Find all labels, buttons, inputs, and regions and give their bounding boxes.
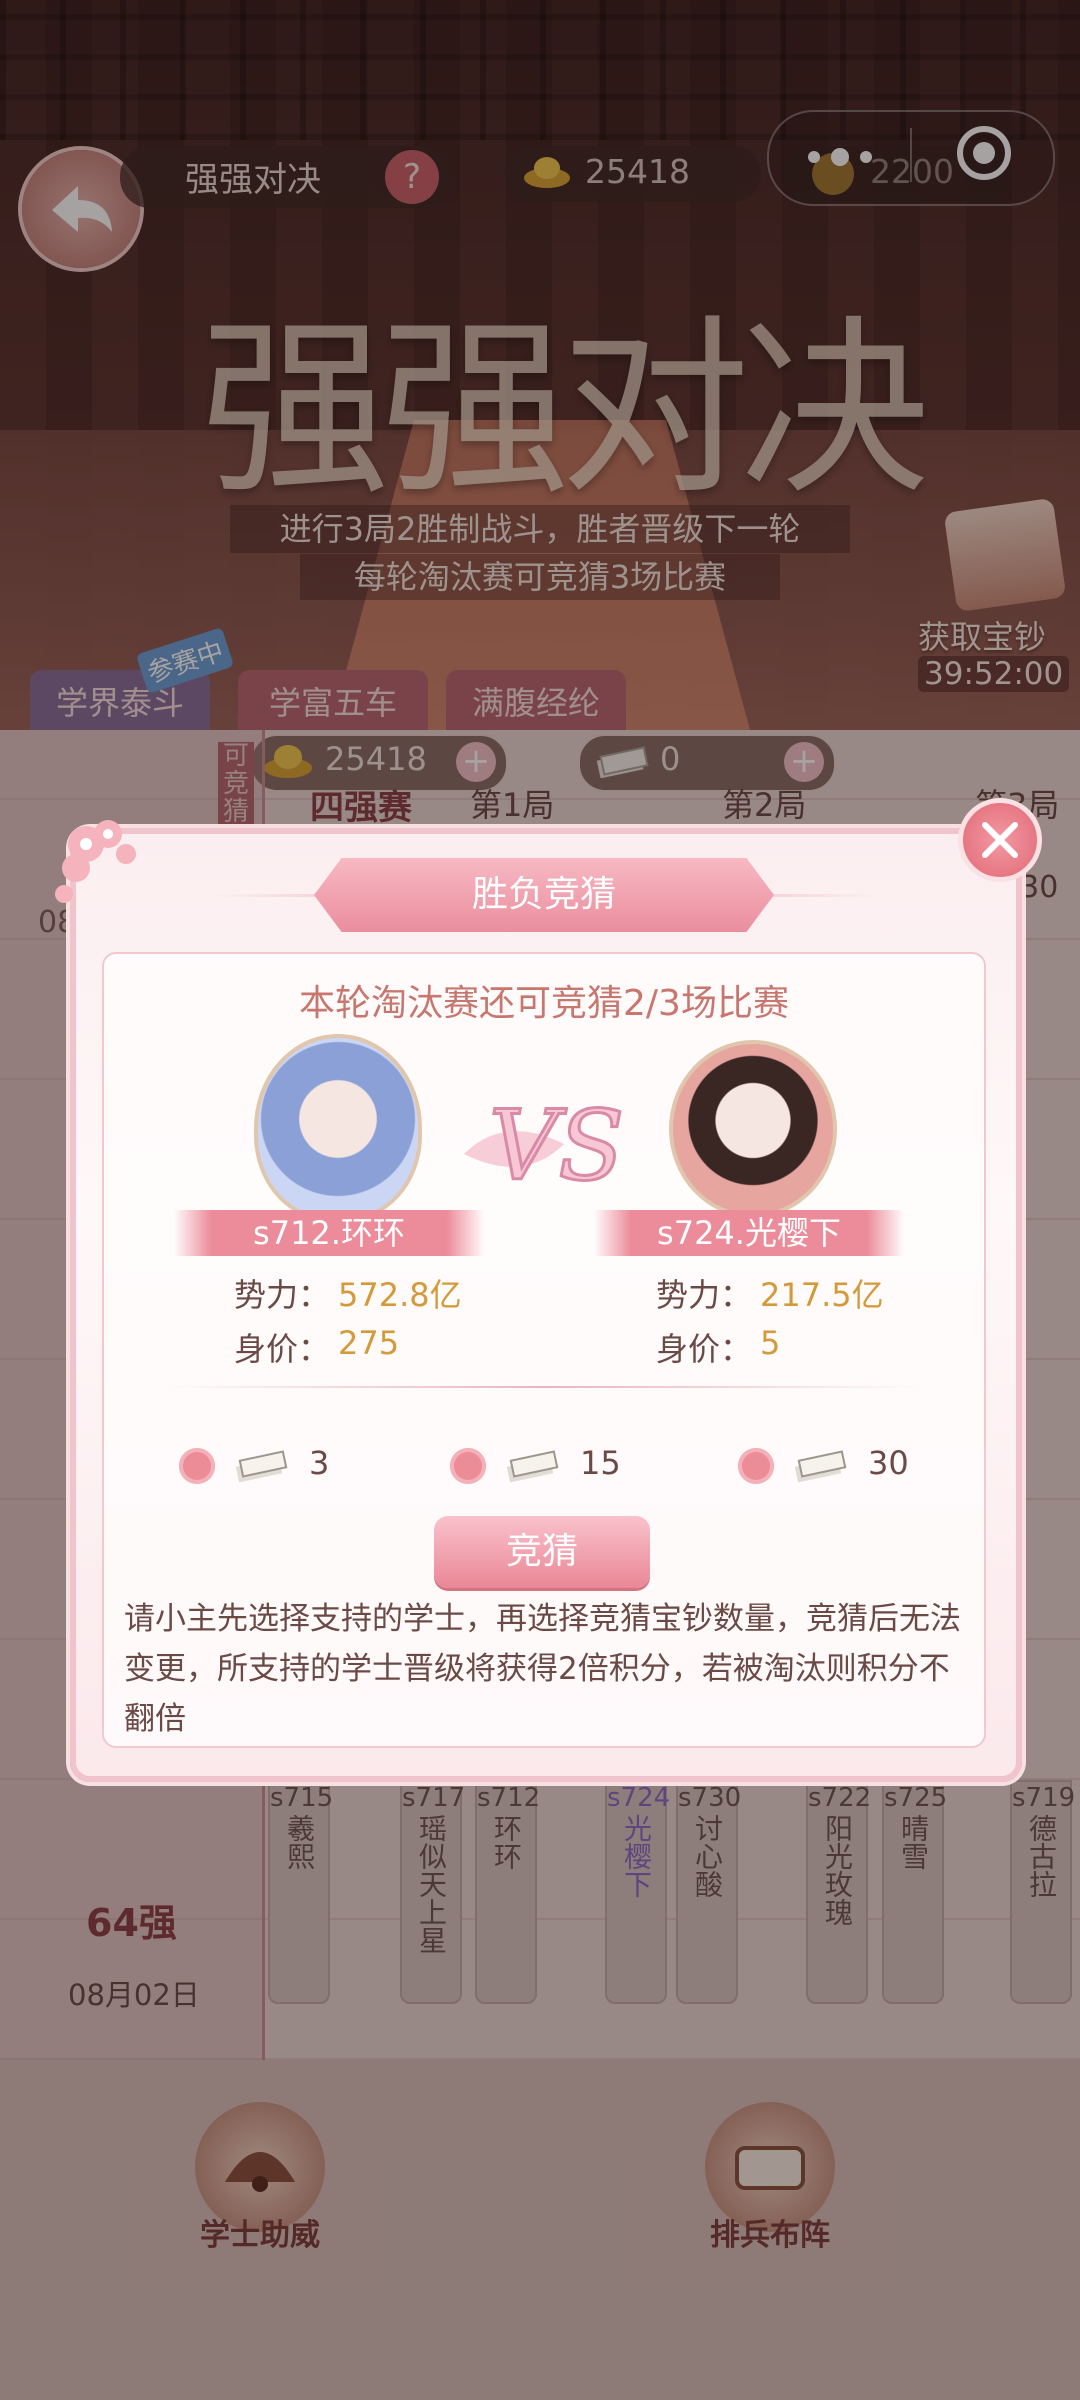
bet-amount: 3 bbox=[309, 1444, 330, 1482]
ticket-icon bbox=[794, 1450, 847, 1483]
remaining-guesses: 本轮淘汰赛还可竞猜2/3场比赛 bbox=[299, 983, 789, 1024]
bet-radio bbox=[179, 1448, 215, 1484]
close-modal-button[interactable] bbox=[958, 798, 1042, 882]
right-power-label: 势力： bbox=[656, 1276, 753, 1314]
bet-radio bbox=[738, 1448, 774, 1484]
cherry-blossom-decoration bbox=[46, 804, 166, 914]
right-player-name: s724.光樱下 bbox=[594, 1210, 904, 1256]
bet-amount: 30 bbox=[868, 1444, 909, 1482]
bet-option-3[interactable]: 3 bbox=[179, 1444, 339, 1488]
section-divider bbox=[164, 1386, 924, 1388]
right-player-avatar[interactable] bbox=[669, 1040, 837, 1218]
ticket-icon bbox=[506, 1450, 559, 1483]
guess-modal: 胜负竞猜 本轮淘汰赛还可竞猜2/3场比赛 VS s712.环环 s724.光樱下… bbox=[55, 820, 1022, 1782]
right-worth-label: 身价： bbox=[656, 1330, 753, 1368]
bet-amount: 15 bbox=[580, 1444, 621, 1482]
right-power-value: 217.5亿 bbox=[760, 1276, 884, 1314]
left-worth-value: 275 bbox=[338, 1324, 400, 1362]
left-player-avatar[interactable] bbox=[254, 1034, 422, 1222]
left-player-name: s712.环环 bbox=[174, 1210, 484, 1256]
vs-emblem: VS bbox=[444, 1074, 644, 1214]
vs-text: VS bbox=[489, 1090, 624, 1202]
modal-title: 胜负竞猜 bbox=[314, 858, 774, 932]
left-worth-label: 身价： bbox=[234, 1330, 331, 1368]
bet-option-30[interactable]: 30 bbox=[738, 1444, 918, 1488]
bet-radio bbox=[450, 1448, 486, 1484]
modal-content: 本轮淘汰赛还可竞猜2/3场比赛 VS s712.环环 s724.光樱下 势力： … bbox=[102, 952, 986, 1748]
ticket-icon bbox=[235, 1450, 288, 1483]
bet-option-15[interactable]: 15 bbox=[450, 1444, 630, 1488]
guess-button[interactable]: 竞猜 bbox=[434, 1516, 650, 1588]
left-power-value: 572.8亿 bbox=[338, 1276, 462, 1314]
close-icon bbox=[982, 822, 1018, 858]
right-worth-value: 5 bbox=[760, 1324, 781, 1362]
left-power-label: 势力： bbox=[234, 1276, 331, 1314]
guess-description: 请小主先选择支持的学士，再选择竞猜宝钞数量，竞猜后无法变更，所支持的学士晋级将获… bbox=[124, 1601, 961, 1737]
